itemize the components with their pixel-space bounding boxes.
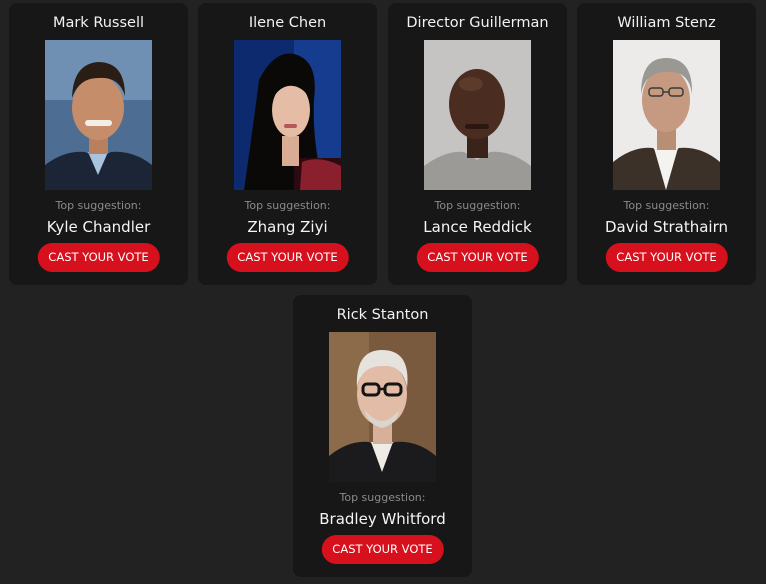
suggested-actor: Lance Reddick: [423, 218, 532, 236]
actor-photo: [234, 40, 341, 190]
top-suggestion-label: Top suggestion:: [339, 491, 426, 504]
role-name: William Stenz: [617, 15, 716, 31]
cast-vote-button[interactable]: CAST YOUR VOTE: [416, 243, 539, 272]
actor-photo: [424, 40, 531, 190]
cast-vote-button[interactable]: CAST YOUR VOTE: [226, 243, 349, 272]
cast-vote-button[interactable]: CAST YOUR VOTE: [605, 243, 728, 272]
cast-card: Ilene Chen Top suggestion: Zhang Ziyi CA…: [198, 3, 377, 285]
cast-card: Rick Stanton Top suggestion: Bradley Whi…: [293, 295, 472, 577]
role-name: Mark Russell: [52, 15, 145, 31]
suggested-actor: David Strathairn: [605, 218, 728, 236]
role-name: Director Guillerman: [406, 15, 549, 31]
top-suggestion-label: Top suggestion:: [434, 199, 521, 212]
suggested-actor: Kyle Chandler: [46, 218, 151, 236]
top-suggestion-label: Top suggestion:: [55, 199, 142, 212]
casting-grid: Mark Russell Top suggestion: Kyle Chandl…: [0, 0, 766, 584]
cast-card: Director Guillerman Top suggestion: Lanc…: [388, 3, 567, 285]
actor-photo: [329, 332, 436, 482]
cast-card: Mark Russell Top suggestion: Kyle Chandl…: [9, 3, 188, 285]
suggested-actor: Bradley Whitford: [319, 510, 446, 528]
cast-vote-button[interactable]: CAST YOUR VOTE: [37, 243, 160, 272]
top-suggestion-label: Top suggestion:: [244, 199, 331, 212]
suggested-actor: Zhang Ziyi: [247, 218, 328, 236]
cast-card: William Stenz Top suggestion: David Stra…: [577, 3, 756, 285]
role-name: Rick Stanton: [336, 307, 429, 323]
top-suggestion-label: Top suggestion:: [623, 199, 710, 212]
actor-photo: [45, 40, 152, 190]
cast-vote-button[interactable]: CAST YOUR VOTE: [321, 535, 444, 564]
role-name: Ilene Chen: [248, 15, 327, 31]
actor-photo: [613, 40, 720, 190]
